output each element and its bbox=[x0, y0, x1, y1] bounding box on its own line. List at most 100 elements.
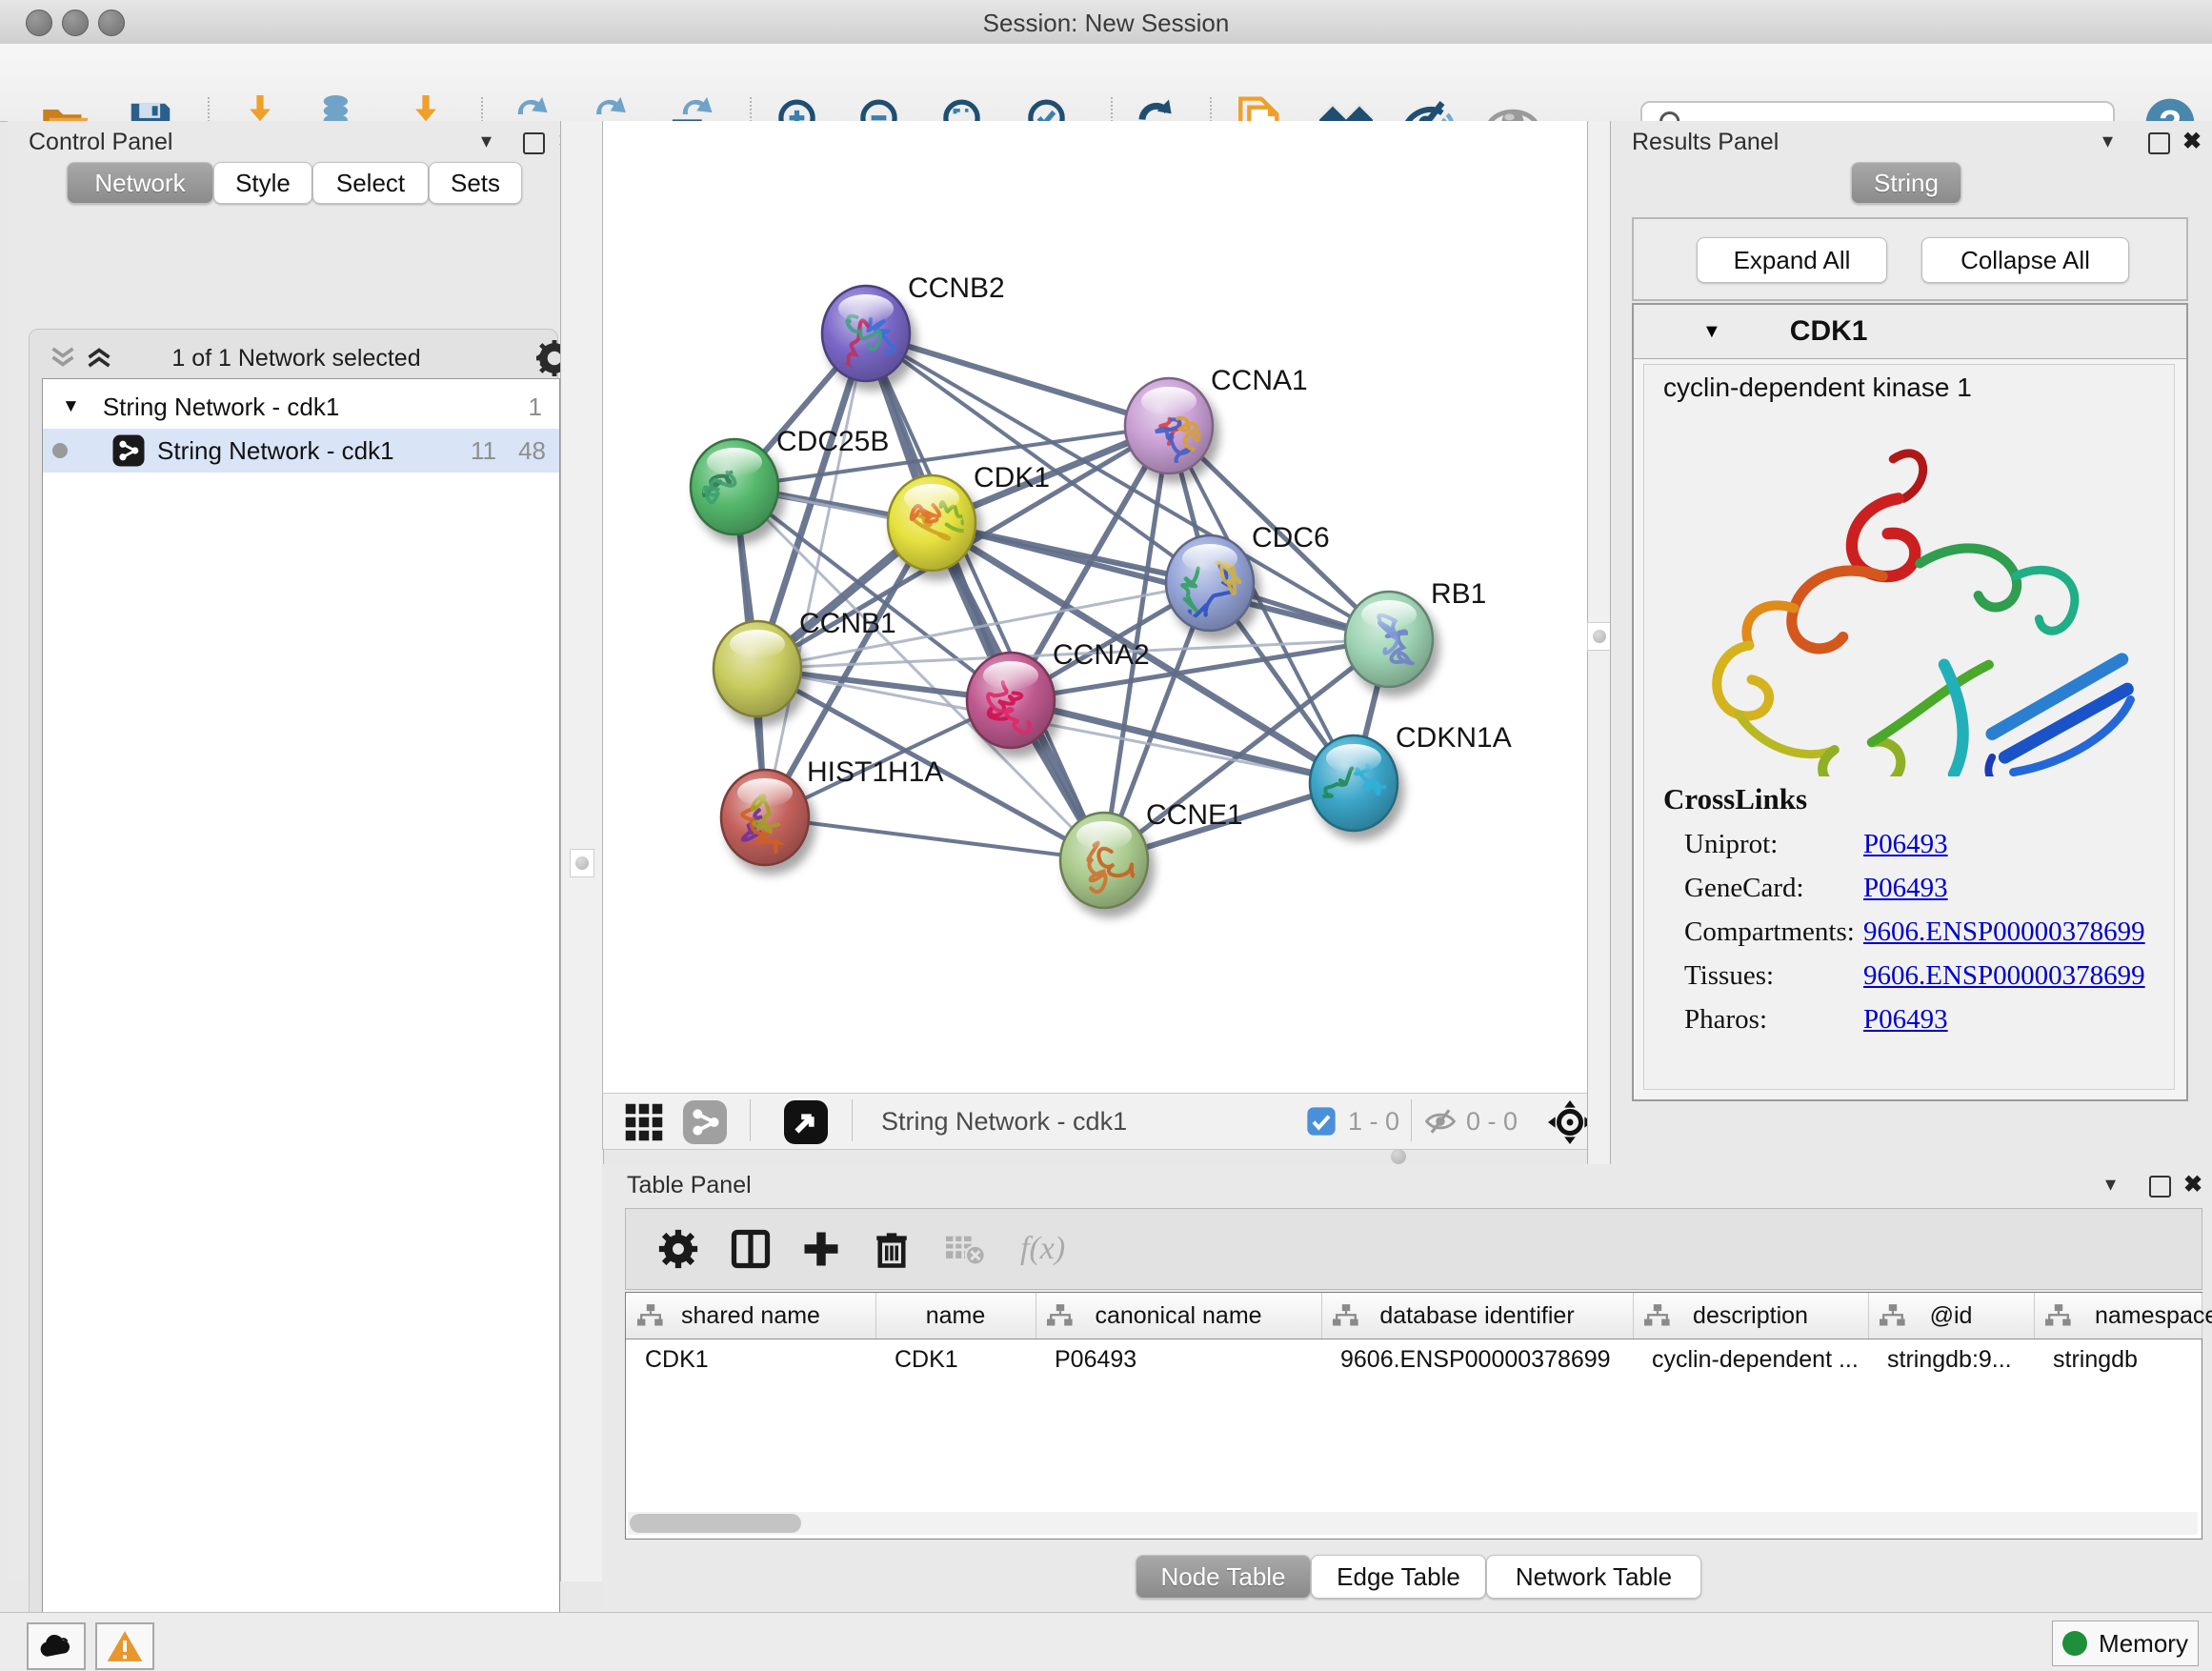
table-cell[interactable]: 9606.ENSP00000378699 bbox=[1321, 1339, 1633, 1380]
crosslink-link[interactable]: P06493 bbox=[1863, 873, 1948, 904]
network-node-RB1[interactable]: RB1 bbox=[1345, 578, 1486, 687]
network-node-HIST1H1A[interactable]: HIST1H1A bbox=[721, 756, 943, 865]
memory-label: Memory bbox=[2099, 1629, 2188, 1659]
table-panel: Table Panel ▾ ✖ bbox=[602, 1164, 2212, 1612]
node-section-header[interactable]: ▼ CDK1 bbox=[1634, 305, 2186, 359]
tab-network-table[interactable]: Network Table bbox=[1486, 1555, 1701, 1599]
crosslink-link[interactable]: 9606.ENSP00000378699 bbox=[1863, 916, 2145, 948]
close-panel-icon[interactable]: ✖ bbox=[2182, 128, 2202, 155]
node-label-CCNE1: CCNE1 bbox=[1146, 799, 1243, 831]
horizontal-splitter-handle[interactable] bbox=[1391, 1149, 1406, 1164]
table-horizontal-scrollbar[interactable] bbox=[628, 1512, 2198, 1535]
tab-string[interactable]: String bbox=[1851, 162, 1961, 204]
collection-count: 1 bbox=[529, 393, 542, 422]
show-columns-icon[interactable] bbox=[731, 1229, 771, 1269]
node-label-CCNB1: CCNB1 bbox=[799, 608, 896, 639]
table-cell[interactable]: cyclin-dependent ... bbox=[1633, 1339, 1868, 1380]
collapse-all-icon[interactable] bbox=[47, 343, 79, 372]
crosslink-link[interactable]: P06493 bbox=[1863, 829, 1948, 860]
status-bar: Memory bbox=[0, 1612, 2212, 1671]
tab-network[interactable]: Network bbox=[67, 162, 213, 204]
fit-content-crosshair-icon[interactable] bbox=[1548, 1100, 1592, 1144]
network-icon bbox=[111, 433, 146, 468]
cloud-status-button[interactable] bbox=[27, 1622, 86, 1670]
selected-checkbox-icon[interactable] bbox=[1306, 1106, 1337, 1137]
tab-style[interactable]: Style bbox=[213, 162, 312, 204]
collapse-all-button[interactable]: Collapse All bbox=[1921, 237, 2129, 283]
selected-count: 1 - 0 bbox=[1348, 1107, 1399, 1137]
network-node-CCNA1[interactable]: CCNA1 bbox=[1125, 365, 1308, 473]
network-edge-HIST1H1A-CCNE1[interactable] bbox=[765, 817, 1104, 860]
network-edge-CCNB2-CCNA1[interactable] bbox=[866, 333, 1169, 426]
column-label: canonical name bbox=[1095, 1302, 1261, 1330]
node-section-content: cyclin-dependent kinase 1 bbox=[1643, 364, 2175, 1090]
crosslink-label: Compartments: bbox=[1663, 916, 1863, 948]
expand-all-button[interactable]: Expand All bbox=[1697, 237, 1887, 283]
node-label-CDC6: CDC6 bbox=[1252, 522, 1330, 554]
network-row-selected[interactable]: String Network - cdk1 11 48 bbox=[43, 429, 559, 473]
float-panel-icon[interactable] bbox=[2148, 132, 2170, 154]
memory-button[interactable]: Memory bbox=[2052, 1621, 2199, 1666]
column-header-shared-name[interactable]: shared name bbox=[626, 1293, 876, 1339]
network-canvas[interactable]: CCNB2CCNA1CDC25BCDK1CDC6RB1CCNB1CCNA2CDK… bbox=[602, 121, 1589, 1093]
float-panel-icon[interactable] bbox=[2149, 1176, 2171, 1198]
current-network-title: String Network - cdk1 bbox=[881, 1107, 1127, 1137]
crosslink-link[interactable]: P06493 bbox=[1863, 1004, 1948, 1036]
column-header-database-identifier[interactable]: database identifier bbox=[1321, 1293, 1634, 1339]
crosslink-label: Pharos: bbox=[1663, 1004, 1863, 1036]
close-panel-icon[interactable]: ✖ bbox=[2183, 1171, 2202, 1198]
function-builder-icon-disabled: f(x) bbox=[1020, 1231, 1065, 1267]
tree-expander-icon[interactable]: ▼ bbox=[62, 396, 80, 417]
node-result-section: ▼ CDK1 cyclin-dependent kinase 1 bbox=[1632, 303, 2188, 1101]
column-header-canonical-name[interactable]: canonical name bbox=[1036, 1293, 1322, 1339]
crosslink-link[interactable]: 9606.ENSP00000378699 bbox=[1863, 960, 2145, 992]
network-view-icon[interactable] bbox=[683, 1100, 727, 1144]
float-panel-icon[interactable] bbox=[523, 132, 545, 154]
node-label-HIST1H1A: HIST1H1A bbox=[807, 756, 943, 788]
column-header-name[interactable]: name bbox=[875, 1293, 1036, 1339]
column-header-description[interactable]: description bbox=[1633, 1293, 1869, 1339]
left-splitter-handle[interactable] bbox=[570, 849, 594, 877]
warnings-button[interactable] bbox=[95, 1622, 154, 1670]
title-bar: Session: New Session bbox=[0, 0, 2212, 45]
section-collapse-icon[interactable]: ▼ bbox=[1702, 321, 1721, 343]
tab-select[interactable]: Select bbox=[312, 162, 429, 204]
right-splitter-handle[interactable] bbox=[1587, 622, 1612, 651]
column-header--id[interactable]: @id bbox=[1868, 1293, 2035, 1339]
tab-sets[interactable]: Sets bbox=[429, 162, 522, 204]
birds-eye-view-icon[interactable] bbox=[784, 1100, 828, 1144]
table-cell[interactable]: P06493 bbox=[1036, 1339, 1321, 1380]
panel-menu-icon[interactable]: ▾ bbox=[2105, 1174, 2116, 1195]
node-name: CDK1 bbox=[1790, 315, 1868, 348]
protein-structure-image bbox=[1671, 414, 2147, 776]
network-collection-row[interactable]: ▼ String Network - cdk1 1 bbox=[43, 385, 559, 429]
network-node-CCNE1[interactable]: CCNE1 bbox=[1060, 799, 1243, 908]
table-header-row: shared namename canonical name database id… bbox=[626, 1293, 2202, 1339]
node-count: 11 bbox=[471, 436, 496, 466]
table-cell[interactable]: stringdb:9... bbox=[1868, 1339, 2034, 1380]
table-cell[interactable]: CDK1 bbox=[626, 1339, 875, 1380]
add-column-icon[interactable] bbox=[801, 1229, 841, 1269]
scrollbar-thumb[interactable] bbox=[630, 1514, 801, 1533]
network-tree: ▼ String Network - cdk1 1 String Network… bbox=[42, 378, 560, 1671]
tab-node-table[interactable]: Node Table bbox=[1136, 1555, 1311, 1599]
column-label: @id bbox=[1930, 1302, 1973, 1330]
column-header-namespace[interactable]: namespace bbox=[2034, 1293, 2202, 1339]
node-label-CCNB2: CCNB2 bbox=[908, 272, 1005, 304]
node-description: cyclin-dependent kinase 1 bbox=[1663, 372, 1972, 403]
tab-edge-table[interactable]: Edge Table bbox=[1311, 1555, 1486, 1599]
panel-menu-icon[interactable]: ▾ bbox=[2102, 131, 2113, 151]
application-window: Session: New Session bbox=[0, 0, 2212, 1671]
delete-column-icon[interactable] bbox=[872, 1229, 912, 1269]
crosslinks-heading: CrossLinks bbox=[1663, 782, 2145, 816]
table-cell[interactable]: stringdb bbox=[2034, 1339, 2202, 1380]
control-panel-title: Control Panel bbox=[29, 129, 172, 156]
network-view-toolbar: String Network - cdk1 1 - 0 0 - 0 bbox=[602, 1093, 1589, 1150]
panel-menu-icon[interactable]: ▾ bbox=[481, 131, 492, 151]
grid-view-icon[interactable] bbox=[624, 1102, 664, 1142]
window-title: Session: New Session bbox=[0, 9, 2212, 38]
table-cell[interactable]: CDK1 bbox=[875, 1339, 1036, 1380]
table-options-gear-icon[interactable] bbox=[658, 1229, 698, 1269]
network-node-CDKN1A[interactable]: CDKN1A bbox=[1310, 722, 1512, 831]
network-node-CCNB1[interactable]: CCNB1 bbox=[714, 608, 896, 716]
